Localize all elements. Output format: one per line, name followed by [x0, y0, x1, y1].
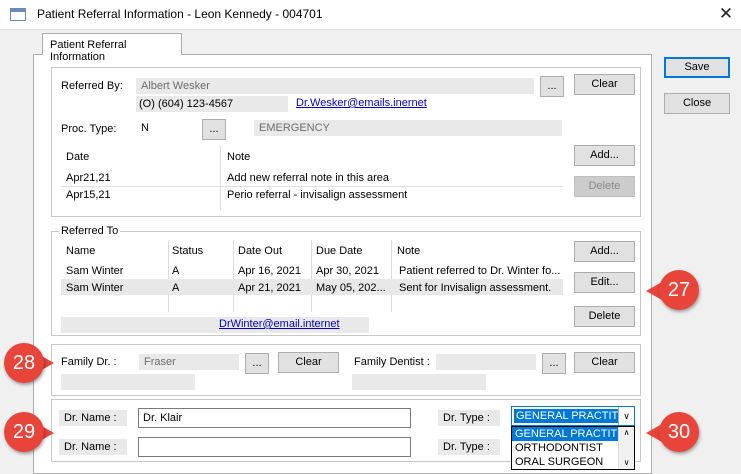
delete-note-button[interactable]: Delete — [574, 176, 635, 197]
row-2-name: Sam Winter — [66, 282, 124, 294]
close-window-icon[interactable]: ✕ — [711, 0, 741, 30]
col-header-status[interactable]: Status — [172, 245, 203, 257]
row-2-date-out: Apr 21, 2021 — [238, 282, 301, 294]
referred-by-label: Referred By: — [61, 80, 123, 92]
proc-type-lookup-button[interactable]: ... — [202, 119, 226, 140]
family-dentist-field[interactable] — [436, 354, 536, 370]
notes-header-date: Date — [66, 151, 90, 163]
callout-badge-30: 30 — [659, 412, 699, 452]
note-row-2-note[interactable]: Perio referral - invisalign assessment — [227, 189, 407, 201]
col-header-date-out[interactable]: Date Out — [238, 245, 282, 257]
dr-name-input-1[interactable]: Dr. Klair — [138, 408, 411, 428]
proc-type-value: N — [141, 122, 149, 134]
note-row-1-note[interactable]: Add new referral note in this area — [227, 172, 389, 184]
title-bar: Patient Referral Information - Leon Kenn… — [0, 0, 741, 30]
family-dr-field[interactable]: Fraser — [139, 354, 239, 370]
family-dr-label: Family Dr. : — [61, 356, 117, 368]
dr-name-label-1: Dr. Name : — [59, 410, 127, 426]
row-1-date-out: Apr 16, 2021 — [238, 265, 301, 277]
tab-patient-referral-information[interactable]: Patient Referral Information — [42, 33, 182, 63]
family-dr-detail-field — [61, 374, 195, 390]
notes-header-note: Note — [227, 151, 251, 163]
family-dentist-detail-field — [352, 374, 486, 390]
window-icon — [10, 8, 26, 21]
dr-type-label-1: Dr. Type : — [438, 410, 500, 426]
dr-type-dropdown-list[interactable]: GENERAL PRACTIT ORTHODONTIST ORAL SURGEO… — [511, 426, 635, 470]
family-dentist-lookup-button[interactable]: ... — [542, 353, 566, 374]
col-header-due-date[interactable]: Due Date — [316, 245, 362, 257]
referred-by-clear-button[interactable]: Clear — [574, 74, 635, 95]
col-header-name[interactable]: Name — [66, 245, 95, 257]
row-1-name: Sam Winter — [66, 265, 124, 277]
proc-type-label: Proc. Type: — [61, 123, 117, 135]
dr-type-option[interactable]: ORTHODONTIST — [512, 441, 634, 455]
callout-badge-28: 28 — [4, 343, 44, 383]
dr-type-option[interactable]: ORAL SURGEON — [512, 455, 634, 469]
row-1-due-date: Apr 30, 2021 — [316, 265, 379, 277]
col-header-note[interactable]: Note — [397, 245, 420, 257]
row-2-note: Sent for Invisalign assessment. — [399, 282, 552, 294]
proc-type-description: EMERGENCY — [254, 120, 562, 136]
referred-to-email-link[interactable]: DrWinter@email.internet — [219, 318, 340, 330]
edit-referral-button[interactable]: Edit... — [574, 272, 635, 293]
dr-name-label-2: Dr. Name : — [59, 439, 127, 455]
referred-to-label: Referred To — [59, 225, 121, 237]
scroll-down-icon[interactable]: ∨ — [619, 457, 634, 469]
row-1-status: A — [172, 265, 180, 277]
referred-to-grid: Name Status Date Out Due Date Note Sam W… — [61, 240, 563, 312]
chevron-down-icon[interactable]: ∨ — [618, 407, 634, 425]
note-row-2-date[interactable]: Apr15,21 — [66, 189, 111, 201]
dr-type-label-2: Dr. Type : — [438, 439, 500, 455]
callout-badge-29: 29 — [4, 412, 44, 452]
row-2-due-date: May 05, 202... — [316, 282, 386, 294]
scroll-up-icon[interactable]: ∧ — [619, 427, 634, 439]
dr-type-option[interactable]: GENERAL PRACTIT — [512, 427, 634, 441]
referred-by-name-field[interactable]: Albert Wesker — [136, 78, 534, 94]
window-title: Patient Referral Information - Leon Kenn… — [37, 7, 323, 21]
family-dr-lookup-button[interactable]: ... — [245, 353, 269, 374]
add-referral-button[interactable]: Add... — [574, 241, 635, 262]
family-dr-clear-button[interactable]: Clear — [278, 352, 339, 373]
dr-type-selected-value: GENERAL PRACTIT — [514, 409, 618, 423]
dropdown-scrollbar[interactable]: ∧ ∨ — [618, 427, 634, 469]
family-dentist-label: Family Dentist : — [354, 356, 430, 368]
delete-referral-button[interactable]: Delete — [574, 306, 635, 327]
row-2-status: A — [172, 282, 180, 294]
referred-by-lookup-button[interactable]: ... — [540, 76, 564, 97]
add-note-button[interactable]: Add... — [574, 145, 635, 166]
dr-name-input-2[interactable] — [138, 437, 411, 457]
referral-notes-grid: Date Note Apr21,21 Add new referral note… — [61, 146, 563, 210]
referred-by-phone: (O) (604) 123-4567 — [136, 96, 288, 112]
note-row-1-date[interactable]: Apr21,21 — [66, 172, 111, 184]
family-dentist-clear-button[interactable]: Clear — [574, 352, 635, 373]
dr-type-select[interactable]: GENERAL PRACTIT ∨ — [511, 406, 635, 426]
referred-by-email-link[interactable]: Dr.Wesker@emails.inernet — [296, 97, 427, 109]
row-1-note: Patient referred to Dr. Winter fo... — [399, 265, 561, 277]
close-button[interactable]: Close — [664, 93, 730, 114]
save-button[interactable]: Save — [664, 57, 730, 78]
callout-badge-27: 27 — [659, 270, 699, 310]
